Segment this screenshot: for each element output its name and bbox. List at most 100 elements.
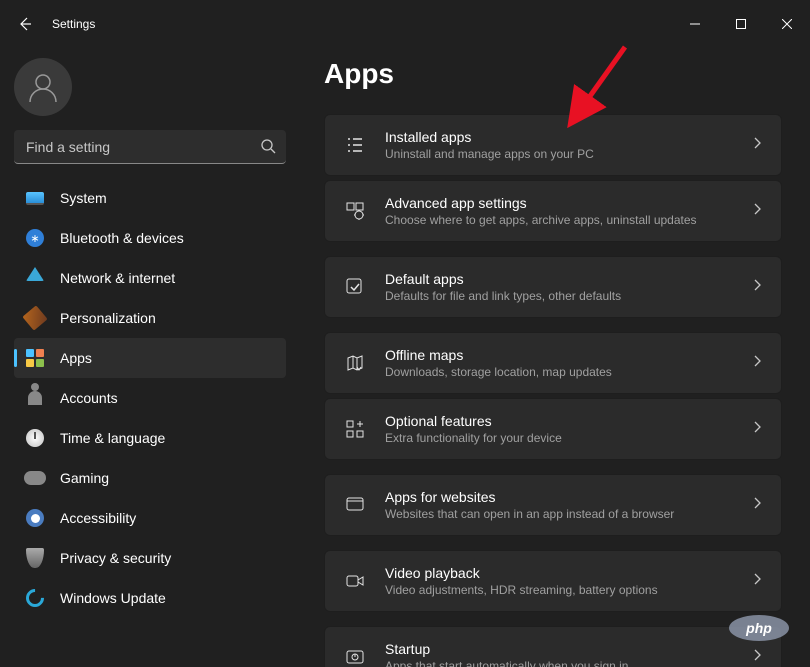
sidebar-item-label: Privacy & security: [60, 550, 171, 566]
card-title: Default apps: [385, 271, 751, 287]
card-title: Installed apps: [385, 129, 751, 145]
sidebar-item-label: Apps: [60, 350, 92, 366]
sidebar-item-label: Gaming: [60, 470, 109, 486]
card-title: Apps for websites: [385, 489, 751, 505]
card-default-apps[interactable]: Default apps Defaults for file and link …: [324, 256, 782, 318]
nav-list: System ∗ Bluetooth & devices Network & i…: [14, 178, 286, 618]
sidebar-item-network[interactable]: Network & internet: [14, 258, 286, 298]
window-controls: [672, 8, 810, 40]
sidebar: System ∗ Bluetooth & devices Network & i…: [0, 48, 300, 667]
card-title: Advanced app settings: [385, 195, 751, 211]
gamepad-icon: [24, 467, 46, 489]
window-title: Settings: [52, 17, 95, 31]
map-icon: [343, 351, 367, 375]
chevron-right-icon: [751, 648, 763, 666]
sidebar-item-windowsupdate[interactable]: Windows Update: [14, 578, 286, 618]
card-advanced-app-settings[interactable]: Advanced app settings Choose where to ge…: [324, 180, 782, 242]
sidebar-item-label: Time & language: [60, 430, 165, 446]
card-apps-for-websites[interactable]: Apps for websites Websites that can open…: [324, 474, 782, 536]
shield-icon: [24, 547, 46, 569]
sidebar-item-label: Network & internet: [60, 270, 175, 286]
sidebar-item-gaming[interactable]: Gaming: [14, 458, 286, 498]
sidebar-item-apps[interactable]: Apps: [14, 338, 286, 378]
search-icon: [260, 138, 276, 159]
maximize-button[interactable]: [718, 8, 764, 40]
apps-icon: [24, 347, 46, 369]
card-desc: Apps that start automatically when you s…: [385, 659, 751, 667]
search-input[interactable]: [14, 130, 286, 164]
card-desc: Defaults for file and link types, other …: [385, 289, 751, 303]
card-text: Optional features Extra functionality fo…: [385, 413, 751, 445]
card-desc: Choose where to get apps, archive apps, …: [385, 213, 751, 227]
sidebar-item-time[interactable]: Time & language: [14, 418, 286, 458]
clock-icon: [24, 427, 46, 449]
card-desc: Extra functionality for your device: [385, 431, 751, 445]
card-title: Video playback: [385, 565, 751, 581]
card-text: Advanced app settings Choose where to ge…: [385, 195, 751, 227]
person-icon: [26, 70, 60, 104]
card-desc: Websites that can open in an app instead…: [385, 507, 751, 521]
bluetooth-icon: ∗: [24, 227, 46, 249]
sidebar-item-accounts[interactable]: Accounts: [14, 378, 286, 418]
sidebar-item-label: Personalization: [60, 310, 156, 326]
chevron-right-icon: [751, 354, 763, 372]
back-arrow-icon: [17, 16, 33, 32]
accessibility-icon: [24, 507, 46, 529]
sidebar-item-label: System: [60, 190, 107, 206]
wifi-icon: [24, 267, 46, 289]
content: System ∗ Bluetooth & devices Network & i…: [0, 48, 810, 667]
video-icon: [343, 569, 367, 593]
close-button[interactable]: [764, 8, 810, 40]
card-text: Apps for websites Websites that can open…: [385, 489, 751, 521]
close-icon: [782, 19, 792, 29]
card-text: Installed apps Uninstall and manage apps…: [385, 129, 751, 161]
update-icon: [24, 587, 46, 609]
card-desc: Downloads, storage location, map updates: [385, 365, 751, 379]
card-title: Startup: [385, 641, 751, 657]
card-video-playback[interactable]: Video playback Video adjustments, HDR st…: [324, 550, 782, 612]
gear-apps-icon: [343, 199, 367, 223]
account-icon: [24, 387, 46, 409]
startup-icon: [343, 645, 367, 667]
card-text: Default apps Defaults for file and link …: [385, 271, 751, 303]
system-icon: [24, 187, 46, 209]
sidebar-item-privacy[interactable]: Privacy & security: [14, 538, 286, 578]
search-box: [14, 130, 286, 164]
plus-grid-icon: [343, 417, 367, 441]
card-installed-apps[interactable]: Installed apps Uninstall and manage apps…: [324, 114, 782, 176]
sidebar-item-label: Bluetooth & devices: [60, 230, 184, 246]
page-title: Apps: [324, 58, 782, 90]
sidebar-item-bluetooth[interactable]: ∗ Bluetooth & devices: [14, 218, 286, 258]
minimize-button[interactable]: [672, 8, 718, 40]
sidebar-item-label: Accounts: [60, 390, 118, 406]
brush-icon: [24, 307, 46, 329]
card-title: Optional features: [385, 413, 751, 429]
avatar[interactable]: [14, 58, 72, 116]
card-offline-maps[interactable]: Offline maps Downloads, storage location…: [324, 332, 782, 394]
sidebar-item-label: Accessibility: [60, 510, 136, 526]
sidebar-item-label: Windows Update: [60, 590, 166, 606]
card-optional-features[interactable]: Optional features Extra functionality fo…: [324, 398, 782, 460]
sidebar-item-accessibility[interactable]: Accessibility: [14, 498, 286, 538]
card-title: Offline maps: [385, 347, 751, 363]
card-desc: Video adjustments, HDR streaming, batter…: [385, 583, 751, 597]
chevron-right-icon: [751, 202, 763, 220]
chevron-right-icon: [751, 278, 763, 296]
titlebar: Settings: [0, 0, 810, 48]
back-button[interactable]: [10, 9, 40, 39]
minimize-icon: [690, 19, 700, 29]
chevron-right-icon: [751, 420, 763, 438]
website-app-icon: [343, 493, 367, 517]
default-apps-icon: [343, 275, 367, 299]
chevron-right-icon: [751, 496, 763, 514]
chevron-right-icon: [751, 572, 763, 590]
list-icon: [343, 133, 367, 157]
main: Apps Installed apps Uninstall and manage…: [300, 48, 810, 667]
card-startup[interactable]: Startup Apps that start automatically wh…: [324, 626, 782, 667]
card-desc: Uninstall and manage apps on your PC: [385, 147, 751, 161]
card-text: Startup Apps that start automatically wh…: [385, 641, 751, 667]
sidebar-item-system[interactable]: System: [14, 178, 286, 218]
maximize-icon: [736, 19, 746, 29]
sidebar-item-personalization[interactable]: Personalization: [14, 298, 286, 338]
chevron-right-icon: [751, 136, 763, 154]
